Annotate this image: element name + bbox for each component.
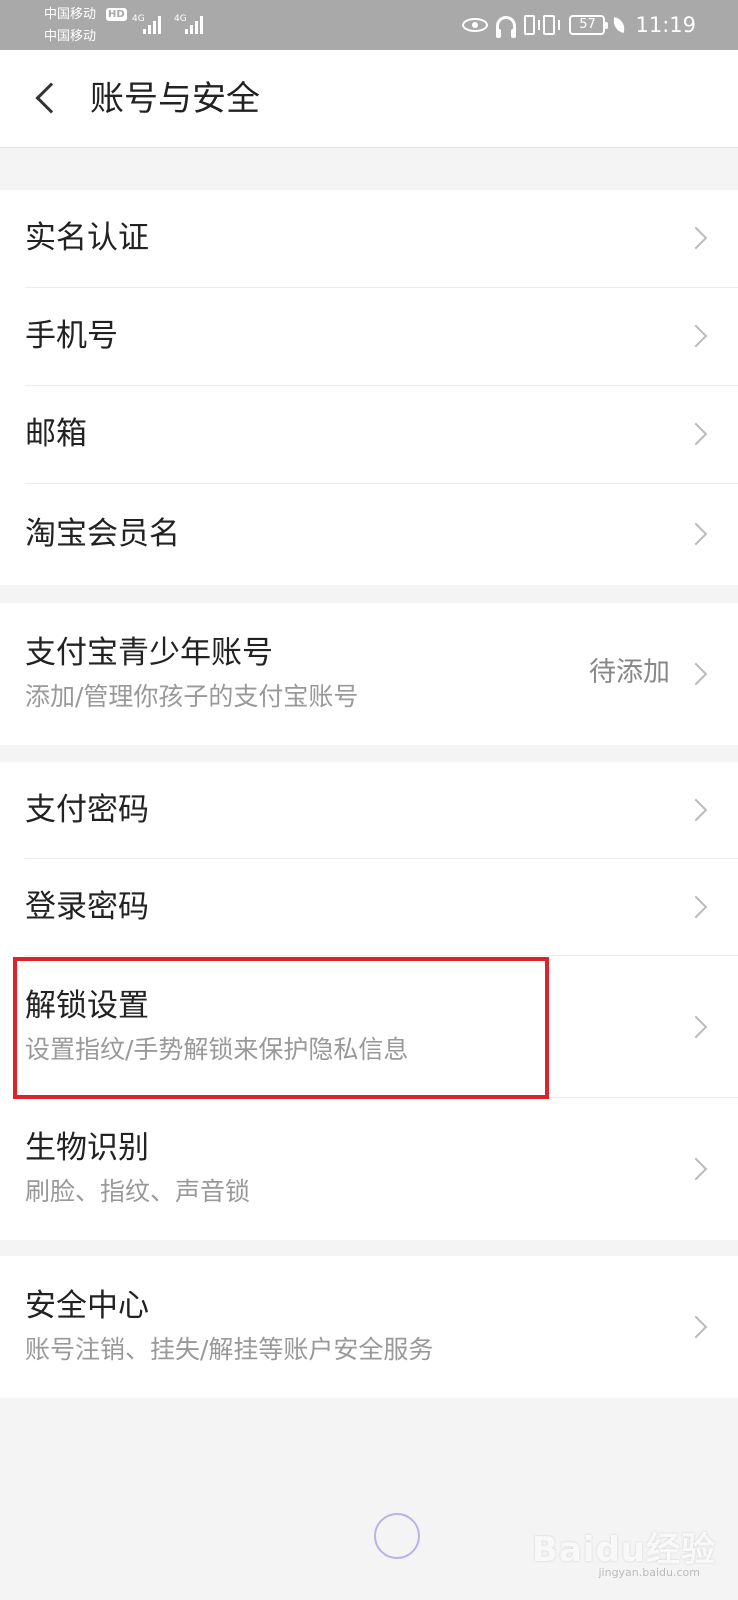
row-title: 邮箱 [25,416,87,452]
real-name-verification-item[interactable]: 实名认证 [0,190,738,288]
account-info-group: 实名认证 手机号 邮箱 淘宝会员名 [0,190,738,585]
headphone-icon [496,16,517,38]
status-bar: 中国移动 中国移动 HD 4G 4G 57 11:19 [0,0,738,50]
row-title: 支付密码 [25,792,149,828]
row-title: 支付宝青少年账号 [25,635,273,671]
chevron-right-icon [684,895,708,919]
row-title: 淘宝会员名 [25,516,180,552]
power-saving-leaf-icon [612,17,627,33]
highlight-annotation-box [13,957,549,1099]
vibrate-icon [538,15,561,35]
security-center-group: 安全中心 账号注销、挂失/解挂等账户安全服务 [0,1256,738,1398]
chevron-right-icon [684,1015,708,1039]
chevron-right-icon [684,422,708,446]
taobao-member-name-item[interactable]: 淘宝会员名 [0,484,738,585]
carrier-name-secondary: 中国移动 [44,29,97,44]
back-arrow-icon[interactable] [30,82,64,116]
login-password-item[interactable]: 登录密码 [0,859,738,956]
chevron-right-icon [684,798,708,822]
row-subtitle: 账号注销、挂失/解挂等账户安全服务 [25,1335,434,1364]
app-header: 账号与安全 [0,50,738,148]
security-center-item[interactable]: 安全中心 账号注销、挂失/解挂等账户安全服务 [0,1256,738,1398]
chevron-right-icon [684,1157,708,1181]
teen-account-item[interactable]: 支付宝青少年账号 添加/管理你孩子的支付宝账号 待添加 [0,603,738,745]
biometrics-item[interactable]: 生物识别 刷脸、指纹、声音锁 [0,1098,738,1240]
chevron-right-icon [684,324,708,348]
battery-icon: 57 [569,15,609,35]
chevron-right-icon [684,662,708,686]
baidu-watermark-url: jingyan.baidu.com [598,1566,700,1579]
phone-number-item[interactable]: 手机号 [0,288,738,386]
row-title: 登录密码 [25,889,149,925]
teen-account-group: 支付宝青少年账号 添加/管理你孩子的支付宝账号 待添加 [0,603,738,745]
eye-comfort-icon [462,18,489,32]
chevron-right-icon [684,522,708,546]
email-item[interactable]: 邮箱 [0,386,738,484]
row-title: 手机号 [25,318,118,354]
signal-icon-2 [185,14,207,34]
teen-account-status: 待添加 [589,657,670,688]
device-battery-icon [524,15,536,35]
row-subtitle: 添加/管理你孩子的支付宝账号 [25,682,359,711]
home-button-indicator[interactable] [374,1513,420,1559]
carrier-name-primary: 中国移动 [44,7,97,22]
chevron-right-icon [684,226,708,250]
chevron-right-icon [684,1315,708,1339]
payment-password-item[interactable]: 支付密码 [0,762,738,859]
hd-badge: HD [106,8,127,21]
baidu-watermark: Baidu经验 [531,1530,716,1570]
row-title: 实名认证 [25,220,149,256]
signal-icon-1 [143,14,165,34]
page-title: 账号与安全 [90,79,260,119]
status-time: 11:19 [635,13,696,37]
row-title: 安全中心 [25,1288,149,1324]
row-subtitle: 刷脸、指纹、声音锁 [25,1177,251,1206]
row-title: 生物识别 [25,1130,149,1166]
